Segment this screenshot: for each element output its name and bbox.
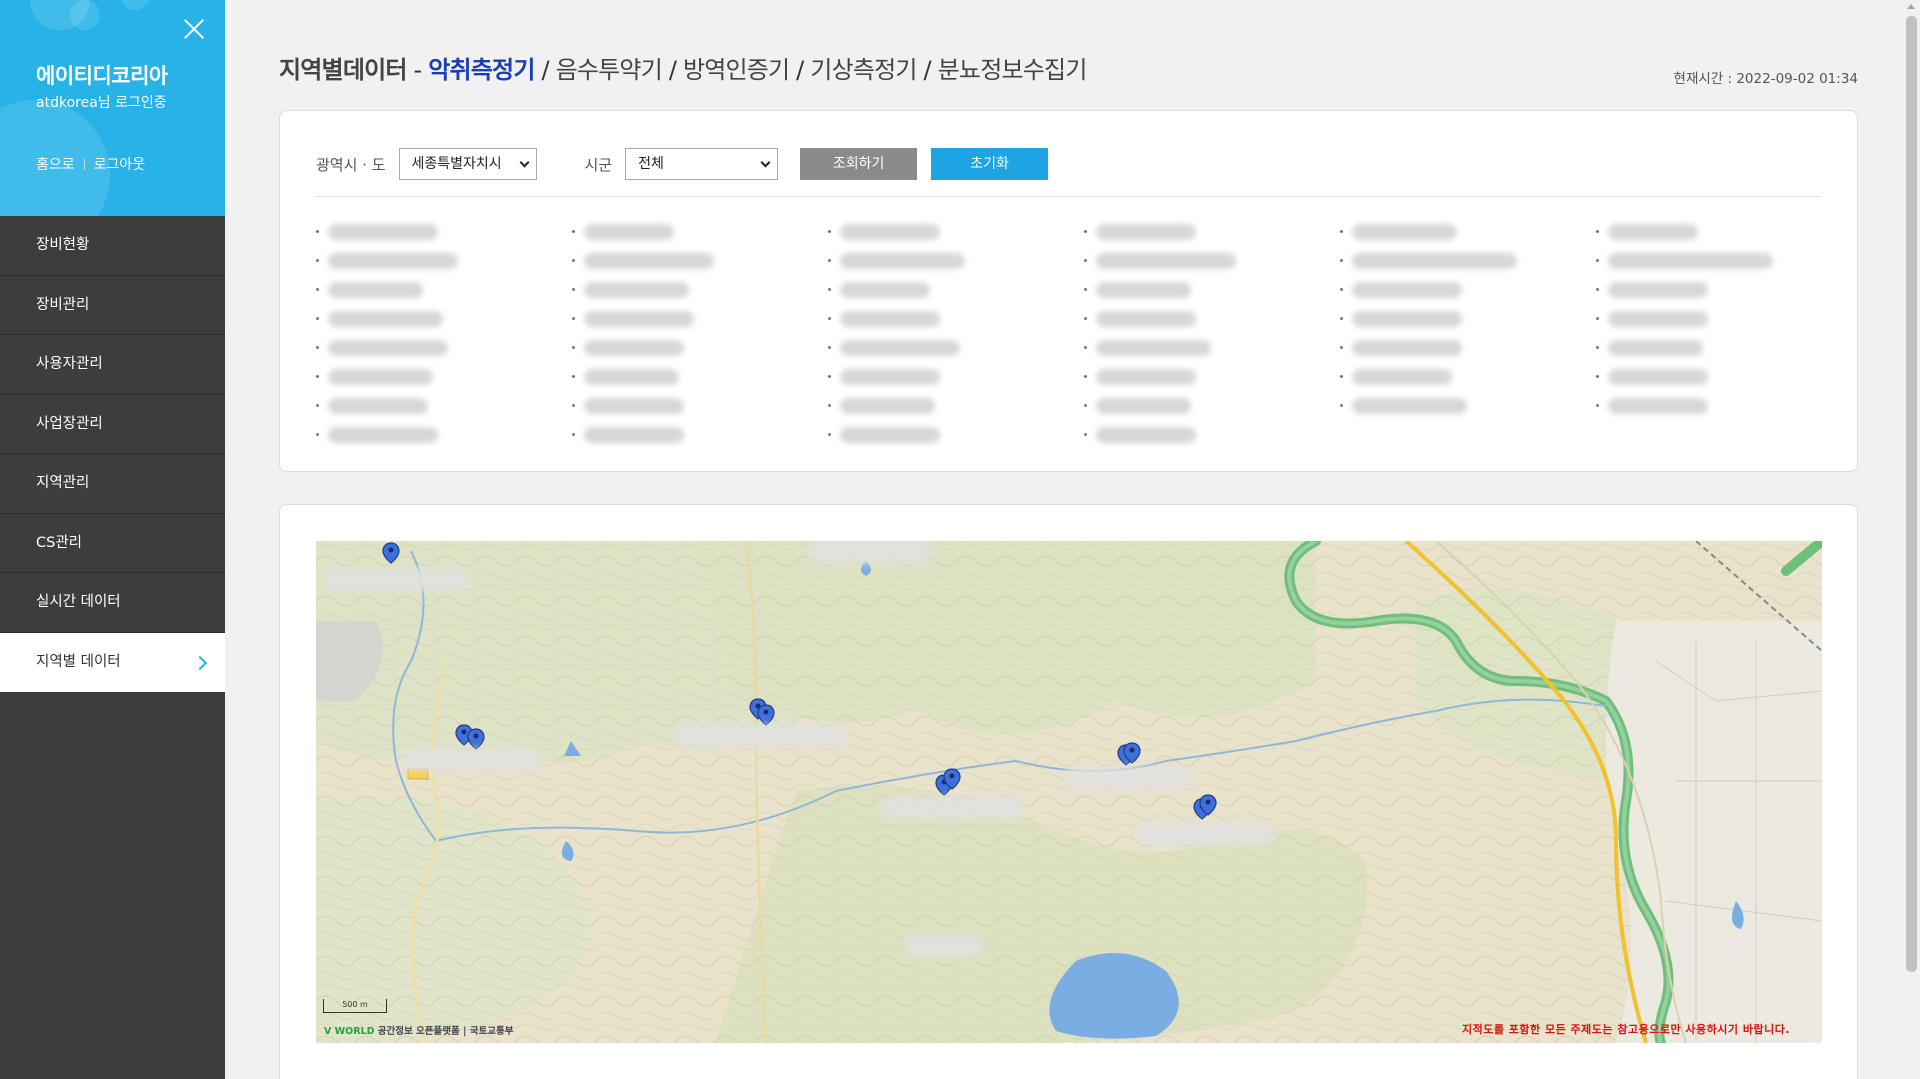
city-select[interactable]: 전체 [625, 148, 779, 180]
page-title: 지역별데이터 - 악취측정기 / 음수투약기 / 방역인증기 / 기상측정기 /… [279, 50, 1087, 85]
scrollbar-thumb[interactable] [1906, 16, 1917, 972]
sidebar-item-label: 사업장관리 [36, 415, 103, 432]
sidebar-item-label: 지역관리 [36, 475, 90, 491]
map-label-redacted [881, 797, 1021, 819]
sidebar-item-site-management[interactable]: 사업장관리 [0, 395, 225, 454]
sidebar-item-label: 사용자관리 [36, 356, 103, 372]
search-button[interactable]: 조회하기 [800, 148, 918, 180]
link-separator [83, 158, 85, 170]
reset-button[interactable]: 초기화 [931, 148, 1049, 180]
tab-manure-collector[interactable]: 분뇨정보수집기 [938, 56, 1088, 84]
map-credit: V WORLD 공간정보 오픈플랫폼 | 국토교통부 [324, 1023, 514, 1037]
sidebar-item-label: 장비관리 [36, 296, 90, 313]
map-label-redacted [906, 935, 981, 957]
sidebar: 에이티디코리아 atdkorea님 로그인중 홈으로 로그아웃 장비현황 장비관… [0, 0, 225, 1079]
close-icon[interactable] [181, 16, 207, 42]
map-label-redacted [811, 541, 931, 563]
sidebar-header: 에이티디코리아 atdkorea님 로그인중 홈으로 로그아웃 [0, 0, 225, 216]
sidebar-item-region-management[interactable]: 지역관리 [0, 454, 225, 514]
sidebar-item-label: 실시간 데이터 [36, 594, 121, 610]
chevron-down-icon [519, 157, 529, 168]
divider [316, 196, 1821, 197]
page-scrollbar[interactable] [1903, 0, 1920, 1079]
scroll-up-icon[interactable] [1907, 4, 1915, 9]
company-name: 에이티디코리아 [36, 64, 168, 88]
login-status: atdkorea님 로그인중 [36, 95, 167, 111]
sidebar-item-label: CS관리 [36, 534, 83, 551]
title-dash: - [406, 56, 429, 84]
logout-link[interactable]: 로그아웃 [94, 154, 146, 174]
home-link[interactable]: 홈으로 [36, 154, 75, 174]
sidebar-item-cs-management[interactable]: CS관리 [0, 514, 225, 573]
region-select[interactable]: 세종특별자치시 [398, 148, 537, 180]
filter-row: 광역시 · 도 세종특별자치시 시군 전체 조회하기 초기화 [316, 148, 1049, 180]
sidebar-links: 홈으로 로그아웃 [36, 154, 145, 174]
region-select-value: 세종특별자치시 [411, 156, 502, 172]
credit-text: 공간정보 오픈플랫폼 | 국토교통부 [374, 1026, 514, 1037]
tab-separator: / [789, 56, 811, 84]
chevron-right-icon [192, 655, 208, 670]
map-label-redacted [1066, 767, 1191, 789]
map-label-redacted [326, 569, 466, 591]
map-label-redacted [676, 725, 846, 747]
sidebar-item-regional-data[interactable]: 지역별 데이터 [0, 632, 225, 692]
page-title-text: 지역별데이터 [279, 56, 407, 84]
tab-separator: / [534, 56, 556, 84]
sidebar-menu: 장비현황 장비관리 사용자관리 사업장관리 지역관리 CS관리 실시간 데이터 … [0, 216, 225, 692]
tab-separator: / [916, 56, 938, 84]
sidebar-item-label: 지역별 데이터 [36, 653, 121, 670]
region-label: 광역시 · 도 [316, 155, 386, 174]
current-time: 현재시간 : 2022-09-02 01:34 [1673, 71, 1858, 87]
map-notice: 지적도를 포함한 모든 주제도는 참고용으로만 사용하시기 바랍니다. [1461, 1023, 1790, 1036]
tab-weather-meter[interactable]: 기상측정기 [810, 56, 917, 84]
vworld-logo: V WORLD [324, 1026, 375, 1037]
city-select-value: 전체 [638, 156, 664, 172]
map-label-redacted [404, 749, 539, 771]
map-label-redacted [1138, 823, 1273, 845]
tab-odor-meter[interactable]: 악취측정기 [428, 56, 535, 84]
sidebar-item-equipment-status[interactable]: 장비현황 [0, 216, 225, 276]
sidebar-item-realtime-data[interactable]: 실시간 데이터 [0, 573, 225, 633]
map-scale-bar: 500 m [323, 999, 387, 1013]
scale-label: 500 m [342, 1000, 368, 1009]
tab-water-dispenser[interactable]: 음수투약기 [556, 56, 663, 84]
sidebar-item-equipment-management[interactable]: 장비관리 [0, 276, 225, 335]
tab-separator: / [661, 56, 683, 84]
chevron-down-icon [760, 157, 771, 168]
sidebar-item-user-management[interactable]: 사용자관리 [0, 335, 225, 395]
map-panel: 500 m V WORLD 공간정보 오픈플랫폼 | 국토교통부 지적도를 포함… [279, 504, 1858, 1079]
city-label: 시군 [584, 155, 613, 174]
map-view[interactable]: 500 m V WORLD 공간정보 오픈플랫폼 | 국토교통부 지적도를 포함… [316, 541, 1822, 1043]
sidebar-item-label: 장비현황 [36, 237, 90, 253]
tab-disinfection-cert[interactable]: 방역인증기 [683, 56, 790, 84]
map-terrain [316, 541, 1822, 1043]
filter-panel: 광역시 · 도 세종특별자치시 시군 전체 조회하기 초기화 [279, 110, 1858, 472]
